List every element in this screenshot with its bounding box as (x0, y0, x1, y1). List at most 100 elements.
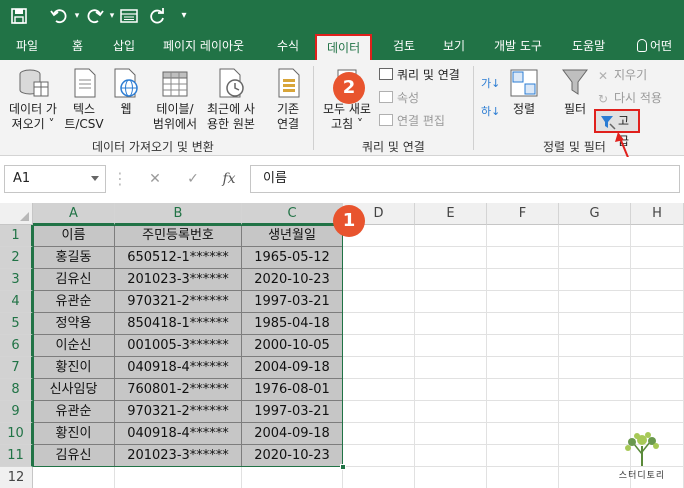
empty-cell[interactable] (343, 357, 415, 379)
empty-cell[interactable] (559, 379, 631, 401)
table-cell[interactable]: 970321-2****** (115, 291, 242, 313)
empty-cell[interactable] (343, 269, 415, 291)
row-header-5[interactable]: 5 (0, 313, 33, 335)
clear-filter-button[interactable]: ✕ 지우기 (598, 68, 647, 83)
select-all-button[interactable] (0, 203, 33, 225)
empty-cell[interactable] (559, 313, 631, 335)
reapply-button[interactable]: ↻ 다시 적용 (598, 91, 662, 106)
save-icon[interactable] (8, 5, 30, 27)
tab-view[interactable]: 보기 (443, 32, 465, 60)
empty-cell[interactable] (415, 225, 487, 247)
empty-cell[interactable] (343, 423, 415, 445)
edit-links-button[interactable]: 연결 편집 (379, 114, 445, 129)
table-cell[interactable]: 황진이 (33, 357, 115, 379)
table-cell[interactable]: 2004-09-18 (242, 357, 343, 379)
table-cell[interactable]: 유관순 (33, 401, 115, 423)
empty-cell[interactable] (487, 225, 559, 247)
queries-connections-button[interactable]: 쿼리 및 연결 (379, 68, 460, 83)
empty-cell[interactable] (487, 335, 559, 357)
refresh-icon[interactable] (146, 5, 168, 27)
table-cell[interactable]: 040918-4****** (115, 357, 242, 379)
empty-cell[interactable] (559, 225, 631, 247)
table-header-cell[interactable]: 주민등록번호 (115, 225, 242, 247)
text-csv-button[interactable]: 텍스 트/CSV (64, 66, 104, 132)
redo-icon[interactable] (84, 5, 106, 27)
empty-cell[interactable] (415, 401, 487, 423)
table-cell[interactable]: 650512-1****** (115, 247, 242, 269)
table-cell[interactable]: 2000-10-05 (242, 335, 343, 357)
empty-cell[interactable] (487, 269, 559, 291)
table-cell[interactable]: 1965-05-12 (242, 247, 343, 269)
empty-cell[interactable] (487, 379, 559, 401)
empty-cell[interactable] (415, 357, 487, 379)
cancel-icon[interactable]: ✕ (142, 165, 168, 193)
table-cell[interactable]: 2020-10-23 (242, 445, 343, 467)
empty-cell[interactable] (415, 445, 487, 467)
empty-cell[interactable] (487, 445, 559, 467)
empty-cell[interactable] (343, 291, 415, 313)
empty-cell[interactable] (559, 357, 631, 379)
empty-cell[interactable] (115, 467, 242, 488)
table-cell[interactable]: 2004-09-18 (242, 423, 343, 445)
insert-function-icon[interactable]: fx (216, 165, 242, 193)
redo-dropdown-icon[interactable]: ▾ (107, 5, 117, 27)
table-cell[interactable]: 1997-03-21 (242, 291, 343, 313)
table-cell[interactable]: 이순신 (33, 335, 115, 357)
get-data-button[interactable]: 데이터 가 져오기 ˅ (4, 66, 62, 132)
empty-cell[interactable] (487, 357, 559, 379)
tab-home[interactable]: 홈 (72, 32, 83, 60)
table-cell[interactable]: 신사임당 (33, 379, 115, 401)
empty-cell[interactable] (631, 247, 684, 269)
name-box-dropdown-icon[interactable] (91, 176, 99, 181)
row-header-4[interactable]: 4 (0, 291, 33, 313)
sort-descending-button[interactable]: 하↓ (481, 104, 500, 119)
row-header-6[interactable]: 6 (0, 335, 33, 357)
table-cell[interactable]: 1976-08-01 (242, 379, 343, 401)
properties-button[interactable]: 속성 (379, 91, 419, 106)
table-cell[interactable]: 201023-3****** (115, 269, 242, 291)
table-cell[interactable]: 1997-03-21 (242, 401, 343, 423)
row-header-9[interactable]: 9 (0, 401, 33, 423)
row-header-12[interactable]: 12 (0, 467, 33, 488)
tab-formulas[interactable]: 수식 (277, 32, 299, 60)
formula-input[interactable]: 이름 (250, 165, 680, 193)
empty-cell[interactable] (33, 467, 115, 488)
table-cell[interactable]: 황진이 (33, 423, 115, 445)
row-header-3[interactable]: 3 (0, 269, 33, 291)
recent-sources-button[interactable]: 최근에 사 용한 원본 (202, 66, 260, 132)
sort-ascending-button[interactable]: 가↓ (481, 76, 500, 91)
column-header-h[interactable]: H (631, 203, 684, 225)
tab-file[interactable]: 파일 (16, 32, 38, 60)
empty-cell[interactable] (559, 335, 631, 357)
column-header-b[interactable]: B (115, 203, 242, 225)
empty-cell[interactable] (559, 269, 631, 291)
table-cell[interactable]: 970321-2****** (115, 401, 242, 423)
empty-cell[interactable] (631, 313, 684, 335)
column-header-g[interactable]: G (559, 203, 631, 225)
column-header-a[interactable]: A (33, 203, 115, 225)
empty-cell[interactable] (631, 335, 684, 357)
empty-cell[interactable] (415, 313, 487, 335)
table-cell[interactable]: 김유신 (33, 269, 115, 291)
empty-cell[interactable] (559, 401, 631, 423)
empty-cell[interactable] (631, 379, 684, 401)
table-cell[interactable]: 760801-2****** (115, 379, 242, 401)
table-cell[interactable]: 김유신 (33, 445, 115, 467)
empty-cell[interactable] (487, 423, 559, 445)
empty-cell[interactable] (415, 379, 487, 401)
tab-review[interactable]: 검토 (393, 32, 415, 60)
tab-developer[interactable]: 개발 도구 (494, 32, 542, 60)
empty-cell[interactable] (487, 467, 559, 488)
empty-cell[interactable] (631, 291, 684, 313)
table-cell[interactable]: 001005-3****** (115, 335, 242, 357)
enter-icon[interactable]: ✓ (180, 165, 206, 193)
customize-icon[interactable]: ▾ (176, 5, 192, 27)
empty-cell[interactable] (343, 313, 415, 335)
empty-cell[interactable] (631, 269, 684, 291)
tab-tell-me[interactable]: 어떤 (637, 32, 672, 60)
sort-button[interactable]: 정렬 (506, 68, 542, 117)
tab-data[interactable]: 데이터 (315, 34, 373, 60)
empty-cell[interactable] (487, 313, 559, 335)
empty-cell[interactable] (242, 467, 343, 488)
empty-cell[interactable] (631, 357, 684, 379)
